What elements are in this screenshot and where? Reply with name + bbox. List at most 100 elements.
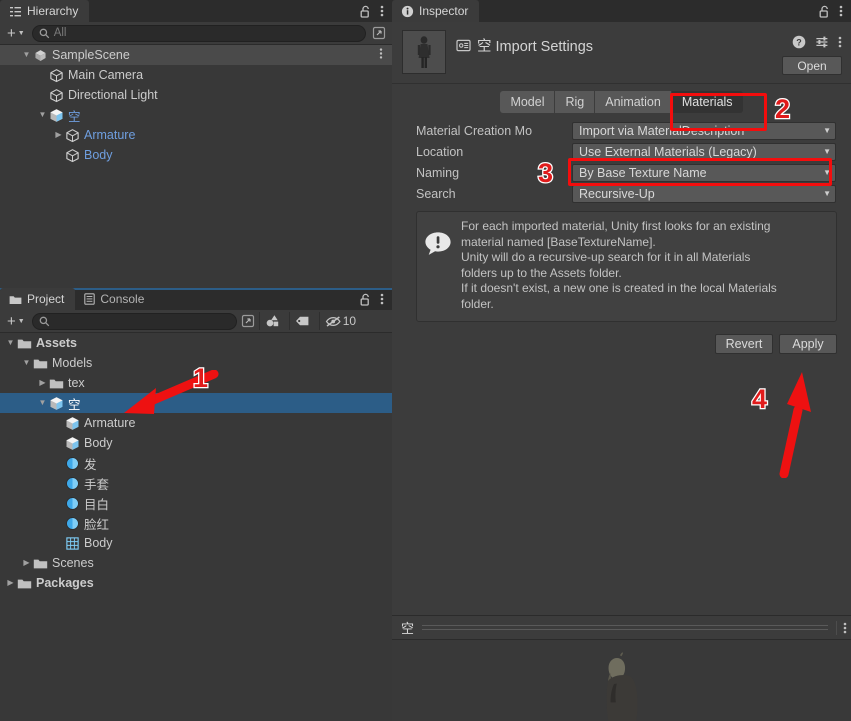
lock-open-icon[interactable] bbox=[360, 5, 371, 18]
tree-item-label: Assets bbox=[36, 336, 77, 350]
unity-scene-icon bbox=[33, 48, 48, 63]
svg-text:?: ? bbox=[796, 37, 802, 47]
tab-model[interactable]: Model bbox=[500, 91, 556, 113]
prefab-icon bbox=[65, 436, 80, 451]
preview-title: 空 bbox=[401, 621, 415, 636]
import-action-buttons: Revert Apply bbox=[392, 334, 837, 354]
tree-item-label: Body bbox=[84, 436, 113, 450]
folder-icon bbox=[33, 557, 48, 570]
project-tree-item[interactable]: 手套 bbox=[0, 473, 392, 493]
project-tree-item[interactable]: ▼ Assets bbox=[0, 333, 392, 353]
filter-by-label-button[interactable] bbox=[288, 312, 315, 330]
project-search-input[interactable] bbox=[31, 312, 237, 330]
chevron-down-icon[interactable]: ▼ bbox=[20, 359, 33, 367]
project-tree-item[interactable]: ▶ Packages bbox=[0, 573, 392, 593]
chevron-down-icon: ▼ bbox=[823, 189, 831, 198]
import-tab-group[interactable]: Model Rig Animation Materials bbox=[500, 91, 743, 113]
field-label: Search bbox=[416, 186, 456, 201]
project-panel: Project Console + ▼ 10 ▼ Assets ▼ Models… bbox=[0, 288, 392, 721]
model-preview[interactable] bbox=[392, 640, 851, 721]
inspector-header: 空 Import Settings ? Open bbox=[392, 22, 851, 84]
hierarchy-tree-item[interactable]: ▶ Armature bbox=[0, 125, 392, 145]
chevron-right-icon[interactable]: ▶ bbox=[52, 131, 65, 139]
dropdown-material-creation-mode[interactable]: Import via MaterialDescription ▼ bbox=[572, 121, 836, 140]
dropdown-search[interactable]: Recursive-Up ▼ bbox=[572, 184, 836, 203]
kebab-menu-icon[interactable] bbox=[380, 292, 384, 306]
apply-button[interactable]: Apply bbox=[779, 334, 837, 354]
project-toolbar: + ▼ 10 bbox=[0, 310, 392, 333]
help-icon[interactable]: ? bbox=[792, 35, 806, 49]
tree-item-label: Models bbox=[52, 356, 93, 370]
lock-open-icon[interactable] bbox=[819, 5, 830, 18]
tab-project[interactable]: Project bbox=[0, 288, 76, 310]
kebab-menu-icon[interactable] bbox=[380, 4, 384, 18]
chevron-down-icon[interactable]: ▼ bbox=[20, 51, 33, 59]
annotation-number-2: 2 bbox=[774, 94, 792, 124]
revert-button[interactable]: Revert bbox=[715, 334, 773, 354]
project-tree-item[interactable]: 发 bbox=[0, 453, 392, 473]
field-row: Search Recursive-Up ▼ bbox=[392, 183, 851, 204]
hierarchy-tree[interactable]: ▼ SampleScene Main Camera Directional Light… bbox=[0, 45, 392, 288]
filter-by-type-button[interactable] bbox=[258, 312, 285, 330]
preset-icon[interactable] bbox=[815, 35, 829, 49]
project-tree-item[interactable]: Body bbox=[0, 533, 392, 553]
create-gameobject-button[interactable]: + ▼ bbox=[4, 26, 28, 41]
tab-hierarchy[interactable]: Hierarchy bbox=[0, 0, 90, 22]
chevron-right-icon[interactable]: ▶ bbox=[4, 579, 17, 587]
folder-icon bbox=[9, 294, 22, 305]
open-button[interactable]: Open bbox=[782, 56, 842, 75]
kebab-menu-icon[interactable] bbox=[836, 620, 847, 635]
hierarchy-tree-item[interactable]: Body bbox=[0, 145, 392, 165]
hierarchy-tabbar-actions bbox=[360, 0, 392, 22]
field-row: Naming By Base Texture Name ▼ bbox=[392, 162, 851, 183]
chevron-down-icon[interactable]: ▼ bbox=[36, 399, 49, 407]
search-options-icon[interactable] bbox=[241, 314, 255, 328]
hierarchy-tree-item[interactable]: Directional Light bbox=[0, 85, 392, 105]
tab-rig[interactable]: Rig bbox=[555, 91, 596, 113]
page-title-text: 空 Import Settings bbox=[477, 39, 594, 55]
project-tree-item[interactable]: ▶ Scenes bbox=[0, 553, 392, 573]
chevron-right-icon[interactable]: ▶ bbox=[36, 379, 49, 387]
lock-open-icon[interactable] bbox=[360, 293, 371, 306]
plus-icon: + bbox=[7, 312, 16, 330]
project-tree-item[interactable]: 脸红 bbox=[0, 513, 392, 533]
tree-item-label: 发 bbox=[84, 457, 97, 472]
kebab-menu-icon[interactable] bbox=[838, 35, 842, 49]
tree-item-label: Body bbox=[84, 148, 113, 162]
hierarchy-tree-item[interactable]: ▼ SampleScene bbox=[0, 45, 392, 65]
tab-console[interactable]: Console bbox=[75, 288, 155, 310]
project-tree-item[interactable]: Body bbox=[0, 433, 392, 453]
kebab-menu-icon[interactable] bbox=[839, 4, 843, 18]
unity-editor-window: Hierarchy + ▼ All ▼ SampleScene Main Cam… bbox=[0, 0, 851, 721]
chevron-down-icon[interactable]: ▼ bbox=[4, 339, 17, 347]
hidden-packages-button[interactable]: 10 bbox=[318, 312, 361, 330]
tab-inspector[interactable]: Inspector bbox=[392, 0, 480, 22]
info-bubble-icon bbox=[423, 231, 453, 258]
project-tree-item[interactable]: 目白 bbox=[0, 493, 392, 513]
tab-hierarchy-label: Hierarchy bbox=[27, 4, 79, 18]
dropdown-location[interactable]: Use External Materials (Legacy) ▼ bbox=[572, 142, 836, 161]
dropdown-naming[interactable]: By Base Texture Name ▼ bbox=[572, 163, 836, 182]
hierarchy-panel: Hierarchy + ▼ All ▼ SampleScene Main Cam… bbox=[0, 0, 392, 288]
chevron-right-icon[interactable]: ▶ bbox=[20, 559, 33, 567]
kebab-menu-icon[interactable] bbox=[379, 47, 392, 63]
project-tree-item[interactable]: Armature bbox=[0, 413, 392, 433]
hierarchy-tree-item[interactable]: ▼ 空 bbox=[0, 105, 392, 125]
hierarchy-tree-item[interactable]: Main Camera bbox=[0, 65, 392, 85]
gameobject-cube-icon bbox=[65, 128, 80, 143]
prefab-icon bbox=[49, 396, 64, 411]
search-options-icon[interactable] bbox=[370, 26, 388, 40]
materials-fields: Material Creation Mo Import via MaterialD… bbox=[392, 120, 851, 204]
search-icon bbox=[39, 28, 50, 39]
tree-item-label: SampleScene bbox=[52, 48, 130, 62]
field-row: Location Use External Materials (Legacy) ▼ bbox=[392, 141, 851, 162]
tab-animation[interactable]: Animation bbox=[595, 91, 672, 113]
chevron-down-icon[interactable]: ▼ bbox=[36, 111, 49, 119]
create-asset-button[interactable]: + ▼ bbox=[4, 314, 28, 329]
tab-console-label: Console bbox=[100, 292, 145, 306]
project-tree-item[interactable]: ▼ 空 bbox=[0, 393, 392, 413]
hierarchy-search-input[interactable]: All bbox=[31, 24, 366, 42]
hierarchy-search-placeholder: All bbox=[53, 27, 67, 39]
annotation-number-4: 4 bbox=[751, 384, 769, 414]
tab-materials[interactable]: Materials bbox=[671, 91, 743, 113]
